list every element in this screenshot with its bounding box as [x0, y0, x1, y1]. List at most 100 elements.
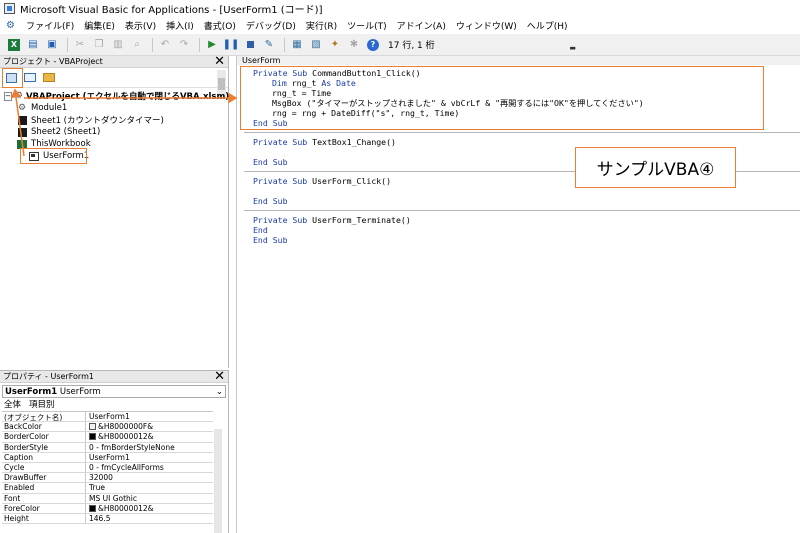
property-row[interactable]: BorderStyle 0 - fmBorderStyleNone	[2, 442, 213, 453]
property-value[interactable]: True	[86, 483, 213, 492]
property-name: Caption	[2, 452, 86, 462]
vba-app-icon	[4, 3, 15, 14]
toggle-folders-icon[interactable]	[41, 71, 57, 85]
property-value[interactable]: &H80000012&	[86, 432, 213, 441]
undo-icon[interactable]: ↶	[157, 38, 173, 52]
menu-edit[interactable]: 編集(E)	[79, 19, 120, 32]
property-name: BorderStyle	[2, 442, 86, 452]
design-mode-icon[interactable]: ✎	[261, 38, 277, 52]
project-explorer-header: プロジェクト - VBAProject ✕	[0, 55, 228, 68]
tree-item-sheet2[interactable]: Sheet2 (Sheet1)	[4, 126, 228, 138]
menu-help[interactable]: ヘルプ(H)	[522, 19, 573, 32]
property-row[interactable]: (オブジェクト名) UserForm1	[2, 412, 213, 423]
menu-view[interactable]: 表示(V)	[120, 19, 161, 32]
find-icon[interactable]: ⌕	[129, 38, 145, 52]
toolbar-options-icon[interactable]: ▬	[569, 38, 577, 52]
tree-item-module1[interactable]: ⚙ Module1	[4, 102, 228, 114]
vba-menu-icon[interactable]: ⚙	[4, 20, 17, 31]
project-explorer-icon[interactable]: ▦	[289, 38, 305, 52]
toolbox-icon[interactable]: ✱	[346, 38, 362, 52]
object-type: UserForm	[59, 386, 101, 397]
title-bar: Microsoft Visual Basic for Applications …	[0, 0, 800, 17]
pause-icon[interactable]: ❚❚	[223, 38, 240, 52]
code-editor[interactable]: Private Sub CommandButton1_Click() Dim r…	[244, 68, 800, 533]
properties-tabs: 全体 項目別	[0, 398, 228, 410]
insert-userform-icon[interactable]: ▤	[25, 38, 41, 52]
color-swatch	[89, 504, 96, 512]
menu-bar: ⚙ ファイル(F) 編集(E) 表示(V) 挿入(I) 書式(O) デバッグ(D…	[0, 17, 800, 34]
tree-root[interactable]: − ⚙ VBAProject (エクセルを自動で閉じるVBA.xlsm)	[4, 90, 229, 102]
menu-tools[interactable]: ツール(T)	[342, 19, 392, 32]
property-value[interactable]: &H80000012&	[86, 504, 213, 513]
properties-window-icon[interactable]: ▧	[308, 38, 324, 52]
run-icon[interactable]: ▶	[204, 38, 220, 52]
collapse-icon[interactable]: −	[4, 91, 12, 101]
property-row[interactable]: Cycle 0 - fmCycleAllForms	[2, 462, 213, 474]
vba-project-icon: ⚙	[14, 91, 23, 101]
property-value[interactable]: UserForm1	[86, 453, 213, 462]
tree-item-sheet1[interactable]: Sheet1 (カウントダウンタイマー)	[4, 114, 228, 126]
code-line: End Sub	[253, 235, 288, 245]
property-value[interactable]: 146.5	[86, 514, 213, 523]
view-excel-icon[interactable]: X	[6, 38, 22, 52]
menu-debug[interactable]: デバッグ(D)	[241, 19, 301, 32]
menu-window[interactable]: ウィンドウ(W)	[451, 19, 522, 32]
property-row[interactable]: ForeColor &H80000012&	[2, 503, 213, 514]
menu-insert[interactable]: 挿入(I)	[161, 19, 199, 32]
property-name: Font	[2, 493, 86, 503]
object-browser-icon[interactable]: ✦	[327, 38, 343, 52]
menu-addins[interactable]: アドイン(A)	[392, 19, 451, 32]
paste-icon[interactable]: ▥	[110, 38, 126, 52]
save-icon[interactable]: ▣	[44, 38, 60, 52]
redo-icon[interactable]: ↷	[176, 38, 192, 52]
property-row[interactable]: Caption UserForm1	[2, 452, 213, 463]
property-value[interactable]: 32000	[86, 473, 213, 482]
property-row[interactable]: DrawBuffer 32000	[2, 473, 213, 484]
property-name: BackColor	[2, 422, 86, 432]
property-value[interactable]: 0 - fmBorderStyleNone	[86, 443, 213, 452]
menu-run[interactable]: 実行(R)	[301, 19, 342, 32]
sheet-icon	[16, 127, 28, 137]
tab-categorized[interactable]: 項目別	[29, 398, 55, 410]
toolbar-separator	[67, 37, 68, 52]
close-icon[interactable]: ✕	[214, 370, 225, 383]
property-row[interactable]: Height 146.5	[2, 513, 213, 525]
property-name: Cycle	[2, 462, 86, 473]
tree-item-label: Module1	[31, 103, 68, 113]
cut-icon[interactable]: ✂	[72, 38, 88, 52]
properties-header: プロパティ - UserForm1 ✕	[0, 370, 228, 383]
highlight-view-code	[2, 68, 23, 88]
properties-scrollbar[interactable]	[214, 429, 222, 533]
code-line: End Sub	[253, 196, 288, 206]
toolbar-separator	[284, 37, 285, 52]
menu-format[interactable]: 書式(O)	[199, 19, 241, 32]
property-value[interactable]: 0 - fmCycleAllForms	[86, 463, 213, 472]
view-object-icon[interactable]	[22, 71, 38, 85]
standard-toolbar: X ▤ ▣ ✂ ❐ ▥ ⌕ ↶ ↷ ▶ ❚❚ ✎ ▦ ▧ ✦ ✱ ? 17 行,…	[0, 34, 800, 56]
property-value[interactable]: MS UI Gothic	[86, 494, 213, 503]
highlight-userform1	[20, 148, 87, 164]
object-name: UserForm1	[5, 386, 58, 397]
tab-alphabetic[interactable]: 全体	[4, 398, 21, 410]
code-line: Private Sub UserForm_Terminate()	[253, 215, 411, 225]
property-value[interactable]: UserForm1	[86, 412, 213, 421]
sheet-icon	[16, 115, 28, 125]
object-selector[interactable]: UserForm1 UserForm ⌄	[2, 385, 226, 398]
help-icon[interactable]: ?	[365, 38, 381, 52]
window-title: Microsoft Visual Basic for Applications …	[20, 5, 323, 16]
highlight-code-block	[240, 66, 764, 130]
object-dropdown[interactable]: UserForm	[237, 56, 800, 65]
property-row[interactable]: BorderColor &H80000012&	[2, 432, 213, 443]
tree-item-label: Sheet2 (Sheet1)	[31, 127, 101, 137]
property-value[interactable]: &H8000000F&	[86, 422, 213, 431]
properties-window: プロパティ - UserForm1 ✕ UserForm1 UserForm ⌄…	[0, 370, 229, 533]
property-grid: (オブジェクト名) UserForm1 BackColor &H8000000F& …	[2, 411, 213, 525]
property-row[interactable]: Enabled True	[2, 483, 213, 494]
property-row[interactable]: BackColor &H8000000F&	[2, 422, 213, 433]
menu-file[interactable]: ファイル(F)	[21, 19, 79, 32]
property-row[interactable]: Font MS UI Gothic	[2, 493, 213, 504]
copy-icon[interactable]: ❐	[91, 38, 107, 52]
project-explorer-title: プロジェクト - VBAProject	[3, 57, 103, 66]
stop-icon[interactable]	[242, 38, 258, 52]
close-icon[interactable]: ✕	[214, 55, 225, 68]
